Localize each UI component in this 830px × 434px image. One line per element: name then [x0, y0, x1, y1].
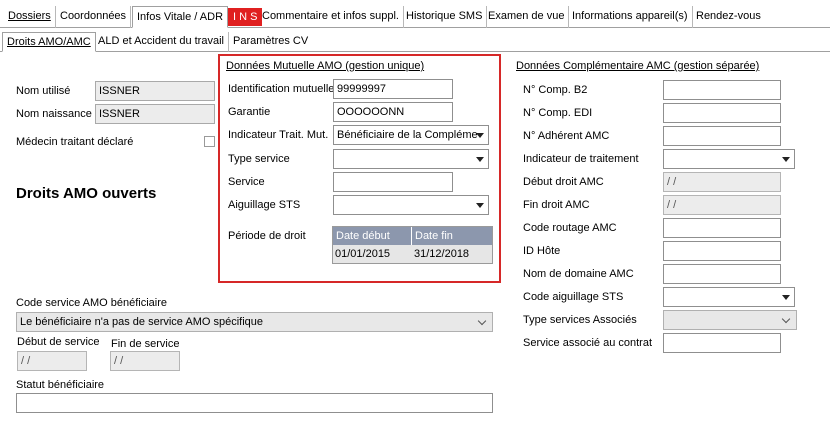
tab-parametres-cv[interactable]: Paramètres CV: [229, 32, 312, 52]
sub-tabs: Droits AMO/AMC ALD et Accident du travai…: [0, 32, 830, 52]
id-hote-label: ID Hôte: [523, 245, 561, 257]
main-tabs: Dossiers Coordonnées Infos Vitale / ADR …: [0, 6, 830, 28]
medecin-traitant-checkbox[interactable]: [204, 136, 215, 147]
code-aiguillage-dropdown[interactable]: [663, 287, 795, 307]
adherent-label: N° Adhérent AMC: [523, 130, 610, 142]
droits-amo-title: Droits AMO ouverts: [16, 185, 157, 202]
amc-title: Données Complémentaire AMC (gestion sépa…: [516, 60, 760, 72]
comp-edi-label: N° Comp. EDI: [523, 107, 593, 119]
fin-service-label: Fin de service: [111, 338, 180, 350]
fin-service-field[interactable]: / /: [110, 351, 180, 371]
comp-b2-field[interactable]: [663, 80, 781, 100]
tab-droits-amo[interactable]: Droits AMO/AMC: [2, 32, 96, 52]
service-label: Service: [228, 176, 265, 188]
chevron-down-icon: [476, 133, 484, 138]
periode-header-debut[interactable]: Date début: [333, 227, 412, 245]
statut-field[interactable]: [16, 393, 493, 413]
tab-commentaire[interactable]: Commentaire et infos suppl.: [258, 6, 404, 28]
tab-label: Droits AMO/AMC: [7, 36, 91, 48]
tab-rendez-vous[interactable]: Rendez-vous: [692, 6, 765, 28]
service-associe-label: Service associé au contrat: [523, 337, 653, 349]
comp-b2-label: N° Comp. B2: [523, 84, 588, 96]
code-service-dropdown[interactable]: Le bénéficiaire n'a pas de service AMO s…: [16, 312, 493, 332]
service-associe-field[interactable]: [663, 333, 781, 353]
garantie-field[interactable]: OOOOOONN: [333, 102, 453, 122]
fin-droit-amc-field[interactable]: / /: [663, 195, 781, 215]
tab-label: I N S: [233, 11, 258, 23]
service-field[interactable]: [333, 172, 453, 192]
tab-coordonnees[interactable]: Coordonnées: [56, 6, 132, 28]
code-routage-field[interactable]: [663, 218, 781, 238]
type-services-label: Type services Associés: [523, 314, 637, 326]
chevron-down-icon: [476, 157, 484, 162]
indicateur-trait-dropdown[interactable]: Bénéficiaire de la Compléme: [333, 125, 489, 145]
tab-label: Dossiers: [8, 10, 51, 22]
tab-label: ALD et Accident du travail: [98, 35, 224, 47]
tab-label: Paramètres CV: [233, 35, 309, 47]
periode-droit-label: Période de droit: [228, 230, 306, 242]
code-routage-label: Code routage AMC: [523, 222, 617, 234]
nom-utilise-field[interactable]: ISSNER: [95, 81, 215, 101]
code-service-label: Code service AMO bénéficiaire: [16, 297, 168, 309]
identification-field[interactable]: 99999997: [333, 79, 453, 99]
fin-droit-amc-label: Fin droit AMC: [523, 199, 590, 211]
adherent-field[interactable]: [663, 126, 781, 146]
nom-utilise-label: Nom utilisé: [16, 85, 71, 97]
nom-domaine-label: Nom de domaine AMC: [523, 268, 634, 280]
chevron-down-icon: [782, 295, 790, 300]
indicateur-trait-value: Bénéficiaire de la Compléme: [337, 129, 478, 141]
tab-dossiers[interactable]: Dossiers: [4, 6, 56, 28]
chevron-down-icon: [476, 203, 484, 208]
code-service-value: Le bénéficiaire n'a pas de service AMO s…: [20, 316, 264, 328]
chevron-down-icon: [781, 314, 791, 324]
tab-label: Coordonnées: [60, 10, 127, 22]
periode-date-debut: 01/01/2015: [335, 248, 391, 260]
code-aiguillage-label: Code aiguillage STS: [523, 291, 624, 303]
nom-domaine-field[interactable]: [663, 264, 781, 284]
tab-ald[interactable]: ALD et Accident du travail: [94, 32, 229, 52]
mutuelle-title: Données Mutuelle AMO (gestion unique): [226, 60, 425, 72]
tab-infos-vitale[interactable]: Infos Vitale / ADR: [132, 6, 229, 28]
nom-naissance-field[interactable]: ISSNER: [95, 104, 215, 124]
debut-droit-amc-field[interactable]: / /: [663, 172, 781, 192]
tab-label: Commentaire et infos suppl.: [262, 10, 399, 22]
indicateur-traitement-dropdown[interactable]: [663, 149, 795, 169]
periode-date-fin: 31/12/2018: [414, 248, 470, 260]
indicateur-trait-label: Indicateur Trait. Mut.: [228, 129, 329, 141]
tab-label: Rendez-vous: [696, 10, 761, 22]
id-hote-field[interactable]: [663, 241, 781, 261]
comp-edi-field[interactable]: [663, 103, 781, 123]
medecin-traitant-label: Médecin traitant déclaré: [16, 136, 134, 148]
statut-label: Statut bénéficiaire: [16, 379, 105, 391]
type-services-dropdown[interactable]: [663, 310, 797, 330]
aiguillage-label: Aiguillage STS: [228, 199, 301, 211]
tab-infos-appareil[interactable]: Informations appareil(s): [568, 6, 693, 28]
debut-droit-amc-label: Début droit AMC: [523, 176, 604, 188]
indicateur-traitement-label: Indicateur de traitement: [523, 153, 639, 165]
tab-label: Examen de vue: [488, 10, 565, 22]
debut-service-label: Début de service: [17, 336, 100, 348]
tab-historique-sms[interactable]: Historique SMS: [402, 6, 488, 28]
debut-service-field[interactable]: / /: [17, 351, 87, 371]
tab-label: Infos Vitale / ADR: [137, 11, 224, 23]
identification-label: Identification mutuelle: [228, 83, 335, 95]
chevron-down-icon: [782, 157, 790, 162]
chevron-down-icon: [477, 316, 487, 326]
tab-examen-vue[interactable]: Examen de vue: [484, 6, 570, 28]
tab-label: Informations appareil(s): [572, 10, 688, 22]
aiguillage-dropdown[interactable]: [333, 195, 489, 215]
garantie-label: Garantie: [228, 106, 271, 118]
periode-header-fin[interactable]: Date fin: [412, 227, 492, 245]
type-service-dropdown[interactable]: [333, 149, 489, 169]
tab-label: Historique SMS: [406, 10, 483, 22]
nom-naissance-label: Nom naissance: [16, 108, 92, 120]
type-service-label: Type service: [228, 153, 290, 165]
